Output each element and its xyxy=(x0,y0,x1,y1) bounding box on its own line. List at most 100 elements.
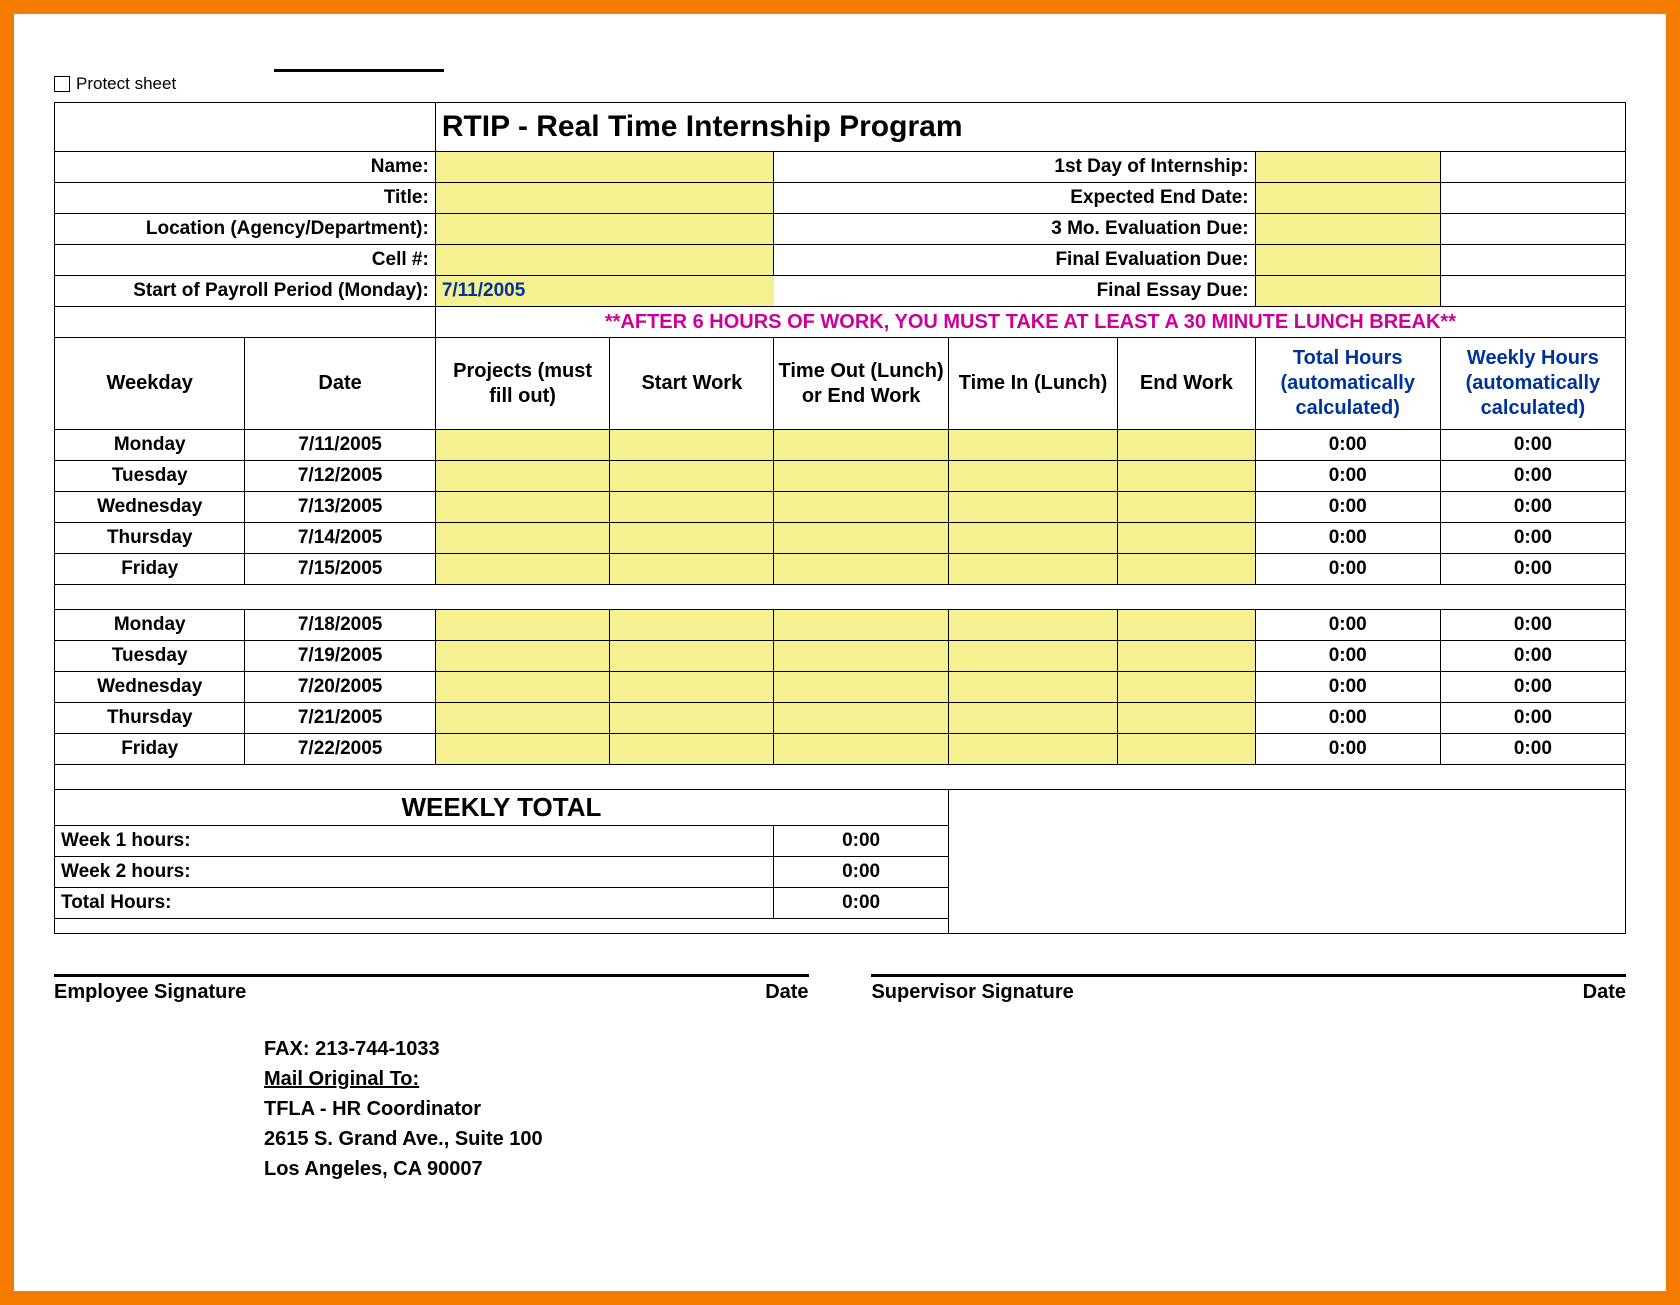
timein-cell[interactable] xyxy=(948,461,1117,492)
timein-cell[interactable] xyxy=(948,610,1117,641)
date-cell: 7/13/2005 xyxy=(245,492,435,523)
timein-cell[interactable] xyxy=(948,734,1117,765)
start-work-cell[interactable] xyxy=(610,430,774,461)
timein-cell[interactable] xyxy=(948,703,1117,734)
cell-label: Cell #: xyxy=(55,245,436,276)
projects-cell[interactable] xyxy=(435,641,610,672)
start-work-cell[interactable] xyxy=(610,523,774,554)
name-field[interactable] xyxy=(435,152,774,183)
timeout-cell[interactable] xyxy=(774,703,949,734)
timein-cell[interactable] xyxy=(948,641,1117,672)
date-cell: 7/19/2005 xyxy=(245,641,435,672)
end-work-cell[interactable] xyxy=(1118,672,1256,703)
projects-cell[interactable] xyxy=(435,703,610,734)
end-work-cell[interactable] xyxy=(1118,523,1256,554)
timein-cell[interactable] xyxy=(948,554,1117,585)
first-day-field[interactable] xyxy=(1255,152,1440,183)
start-work-cell[interactable] xyxy=(610,554,774,585)
header-row: Weekday Date Projects (must fill out) St… xyxy=(55,338,1626,430)
weekly-hours-cell: 0:00 xyxy=(1440,672,1625,703)
hdr-start: Start Work xyxy=(610,338,774,430)
employee-signature-label: Employee Signature xyxy=(54,981,246,1004)
weekday-cell: Monday xyxy=(55,610,245,641)
projects-cell[interactable] xyxy=(435,492,610,523)
date-cell: 7/20/2005 xyxy=(245,672,435,703)
protect-sheet-row: Protect sheet xyxy=(54,74,1626,94)
timein-cell[interactable] xyxy=(948,523,1117,554)
start-work-cell[interactable] xyxy=(610,610,774,641)
timeout-cell[interactable] xyxy=(774,523,949,554)
start-work-cell[interactable] xyxy=(610,734,774,765)
weekday-cell: Thursday xyxy=(55,523,245,554)
hdr-projects: Projects (must fill out) xyxy=(435,338,610,430)
end-work-cell[interactable] xyxy=(1118,734,1256,765)
total-hours-cell: 0:00 xyxy=(1255,492,1440,523)
expected-end-field[interactable] xyxy=(1255,183,1440,214)
weekday-cell: Wednesday xyxy=(55,492,245,523)
start-work-cell[interactable] xyxy=(610,703,774,734)
protect-sheet-checkbox[interactable] xyxy=(54,76,70,92)
timeout-cell[interactable] xyxy=(774,672,949,703)
weekday-cell: Tuesday xyxy=(55,641,245,672)
timein-cell[interactable] xyxy=(948,672,1117,703)
projects-cell[interactable] xyxy=(435,672,610,703)
week2-hours-label: Week 2 hours: xyxy=(55,857,774,888)
final-essay-field[interactable] xyxy=(1255,276,1440,307)
supervisor-signature-label: Supervisor Signature xyxy=(871,981,1073,1004)
table-row: Thursday7/21/20050:000:00 xyxy=(55,703,1626,734)
total-hours-cell: 0:00 xyxy=(1255,703,1440,734)
table-row: Thursday7/14/20050:000:00 xyxy=(55,523,1626,554)
location-field[interactable] xyxy=(435,214,774,245)
timein-cell[interactable] xyxy=(948,492,1117,523)
projects-cell[interactable] xyxy=(435,430,610,461)
title-field[interactable] xyxy=(435,183,774,214)
payroll-date[interactable]: 7/11/2005 xyxy=(435,276,774,307)
timeout-cell[interactable] xyxy=(774,610,949,641)
projects-cell[interactable] xyxy=(435,734,610,765)
total-hours-label: Total Hours: xyxy=(55,888,774,919)
timeout-cell[interactable] xyxy=(774,734,949,765)
weekly-hours-cell: 0:00 xyxy=(1440,734,1625,765)
title-row: RTIP - Real Time Internship Program xyxy=(55,103,1626,152)
end-work-cell[interactable] xyxy=(1118,703,1256,734)
timeout-cell[interactable] xyxy=(774,461,949,492)
projects-cell[interactable] xyxy=(435,610,610,641)
projects-cell[interactable] xyxy=(435,461,610,492)
timeout-cell[interactable] xyxy=(774,430,949,461)
date-cell: 7/21/2005 xyxy=(245,703,435,734)
date-cell: 7/11/2005 xyxy=(245,430,435,461)
payroll-label: Start of Payroll Period (Monday): xyxy=(55,276,436,307)
weekday-cell: Tuesday xyxy=(55,461,245,492)
mail-line-1: TFLA - HR Coordinator xyxy=(264,1094,1626,1124)
projects-cell[interactable] xyxy=(435,554,610,585)
final-eval-field[interactable] xyxy=(1255,245,1440,276)
timeout-cell[interactable] xyxy=(774,492,949,523)
timeout-cell[interactable] xyxy=(774,554,949,585)
total-hours-cell: 0:00 xyxy=(1255,610,1440,641)
eval3-field[interactable] xyxy=(1255,214,1440,245)
end-work-cell[interactable] xyxy=(1118,641,1256,672)
end-work-cell[interactable] xyxy=(1118,492,1256,523)
start-work-cell[interactable] xyxy=(610,672,774,703)
table-row: Monday7/18/20050:000:00 xyxy=(55,610,1626,641)
table-row: Tuesday7/12/20050:000:00 xyxy=(55,461,1626,492)
cell-field[interactable] xyxy=(435,245,774,276)
weekly-hours-cell: 0:00 xyxy=(1440,492,1625,523)
table-row: Friday7/15/20050:000:00 xyxy=(55,554,1626,585)
total-hours-cell: 0:00 xyxy=(1255,734,1440,765)
start-work-cell[interactable] xyxy=(610,641,774,672)
end-work-cell[interactable] xyxy=(1118,461,1256,492)
start-work-cell[interactable] xyxy=(610,492,774,523)
hdr-weekly: Weekly Hours (automatically calculated) xyxy=(1440,338,1625,430)
timeout-cell[interactable] xyxy=(774,641,949,672)
program-title: RTIP - Real Time Internship Program xyxy=(435,103,1625,152)
end-work-cell[interactable] xyxy=(1118,430,1256,461)
end-work-cell[interactable] xyxy=(1118,554,1256,585)
weekday-cell: Friday xyxy=(55,734,245,765)
timein-cell[interactable] xyxy=(948,430,1117,461)
projects-cell[interactable] xyxy=(435,523,610,554)
location-label: Location (Agency/Department): xyxy=(55,214,436,245)
title-label: Title: xyxy=(55,183,436,214)
start-work-cell[interactable] xyxy=(610,461,774,492)
end-work-cell[interactable] xyxy=(1118,610,1256,641)
